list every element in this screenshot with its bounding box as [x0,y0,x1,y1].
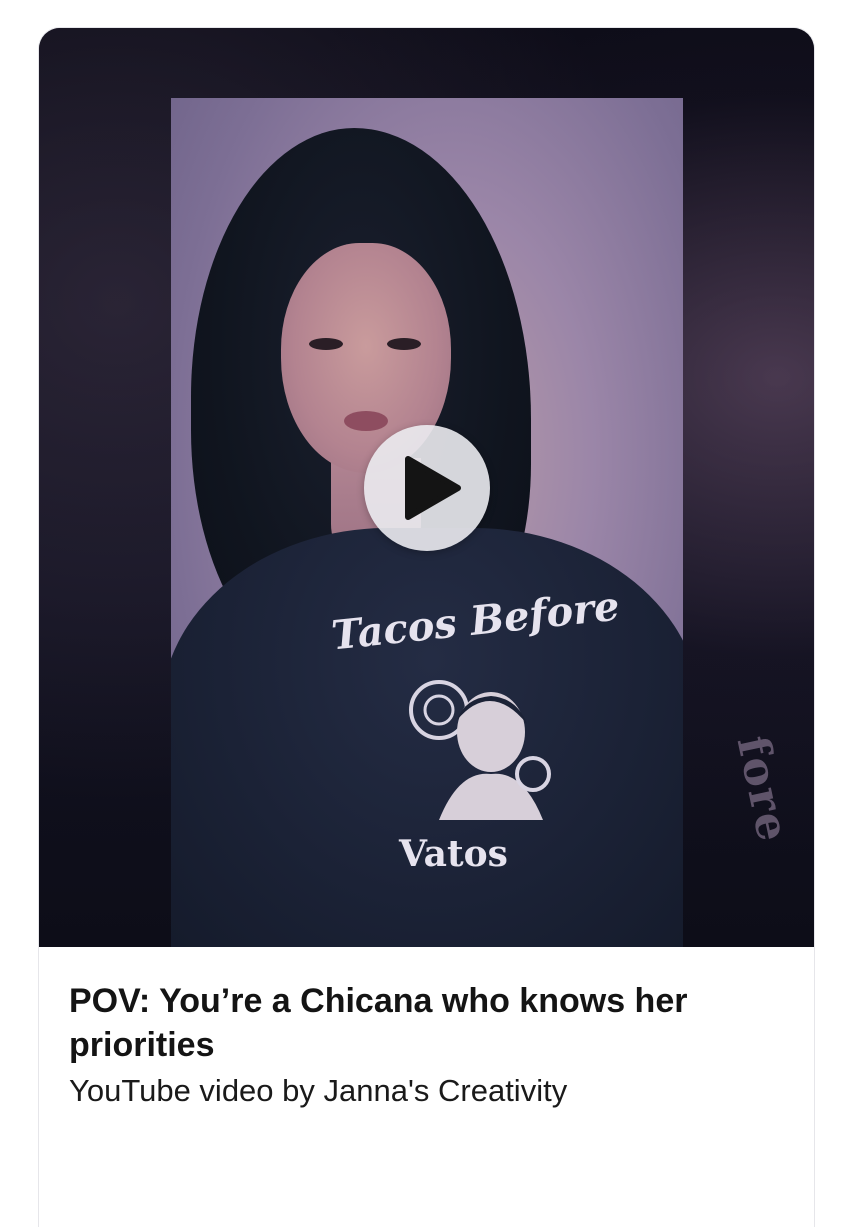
thumbnail-eye-left [309,338,343,350]
video-card[interactable]: fore Tacos Before Vatos POV: You’re a Ch… [38,27,815,1227]
thumbnail-eye-right [387,338,421,350]
shirt-print-illustration [409,680,551,820]
play-button[interactable] [364,425,490,551]
video-source: YouTube video by Janna's Creativity [69,1073,568,1108]
video-thumbnail[interactable]: fore Tacos Before Vatos [39,28,814,947]
play-icon [405,456,461,520]
video-title[interactable]: POV: You’re a Chicana who knows her prio… [69,979,786,1067]
shirt-print-bottom-text: Vatos [399,833,508,875]
video-meta[interactable]: POV: You’re a Chicana who knows her prio… [39,947,814,1111]
